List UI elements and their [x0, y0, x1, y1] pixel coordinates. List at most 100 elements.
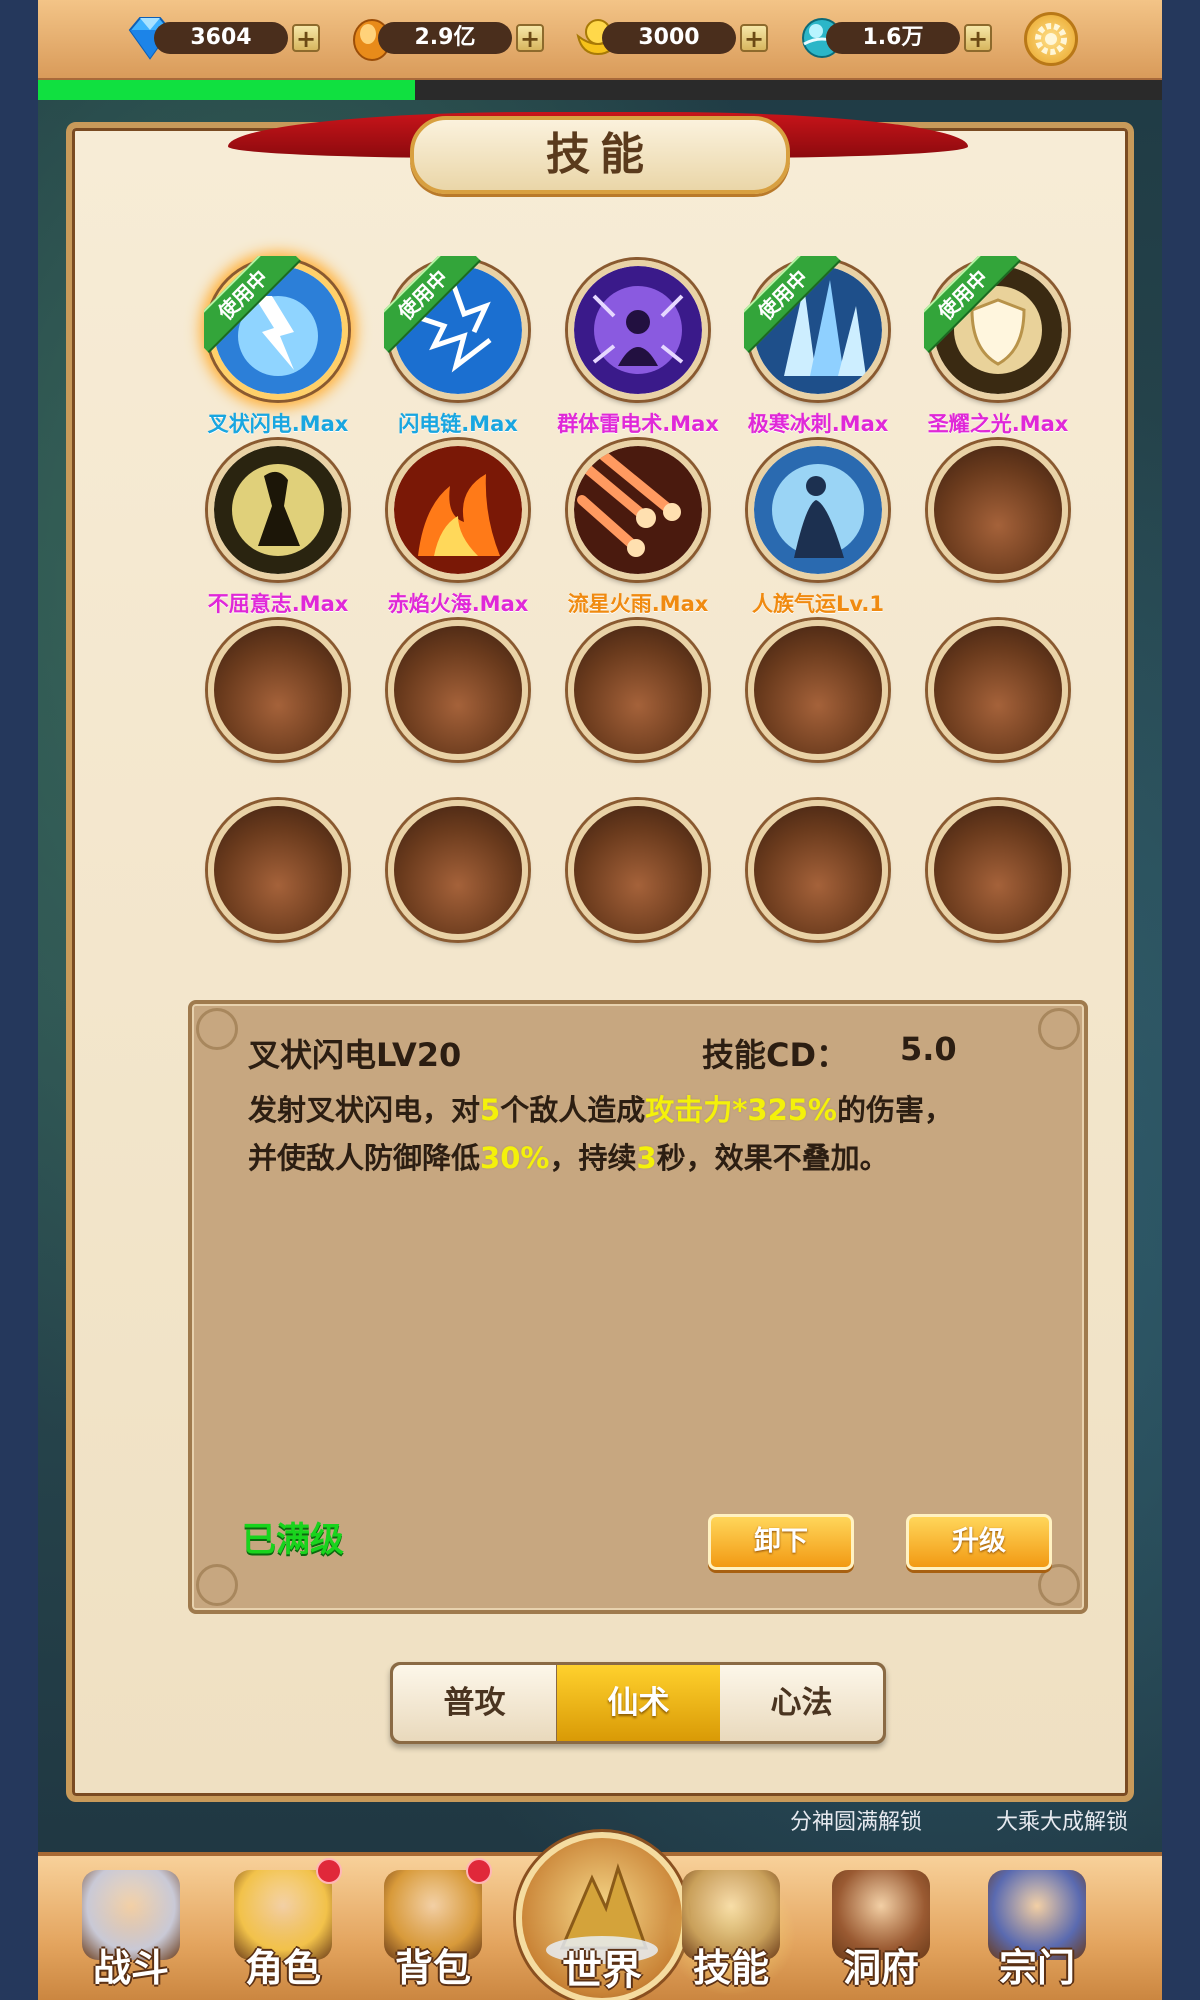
skill-cd-value: 5.0: [900, 1030, 957, 1068]
spirit-value: 1.6万: [826, 22, 960, 54]
unequip-button[interactable]: 卸下: [708, 1514, 854, 1570]
ice-spike-icon: [754, 266, 882, 394]
empty-skill-slot[interactable]: [388, 800, 528, 940]
skill-cd-label: 技能CD：: [702, 1036, 849, 1074]
gold-value: 2.9亿: [378, 22, 512, 54]
holy-shield-icon: [934, 266, 1062, 394]
add-gold-button[interactable]: +: [516, 24, 544, 52]
highlight-value: 攻击力*325%: [645, 1093, 837, 1127]
nav-crossed-swords[interactable]: 战斗: [66, 1870, 196, 1996]
empty-skill-slot[interactable]: [208, 620, 348, 760]
skill-name-label: 群体雷电术.Max: [557, 412, 719, 436]
mass-thunder-icon: [574, 266, 702, 394]
nav-label: 角色: [244, 1946, 321, 1990]
skill-name-label: 圣耀之光.Max: [927, 412, 1069, 436]
tab-basic-attack[interactable]: 普攻: [393, 1665, 556, 1741]
empty-skill-slot[interactable]: [928, 800, 1068, 940]
tab-mind-method[interactable]: 心法: [720, 1665, 883, 1741]
forked-lightning-icon: [214, 266, 342, 394]
corner-ornament: [1038, 1564, 1080, 1606]
skill-slot[interactable]: [748, 260, 888, 400]
skill-name-label: 不屈意志.Max: [207, 592, 349, 616]
skill-detail-title: 叉状闪电LV20: [248, 1036, 462, 1074]
nav-skill-scroll[interactable]: 技能: [666, 1870, 796, 1996]
add-ingot-button[interactable]: +: [740, 24, 768, 52]
max-level-status: 已满级: [242, 1520, 344, 1560]
nav-characters[interactable]: 角色: [218, 1858, 348, 1996]
skill-slot[interactable]: [388, 440, 528, 580]
meteor-rain-icon: [574, 446, 702, 574]
game-stage: 3604 + 2.9亿 + 3000 + 1.6万 + 技能 使用中 叉状闪电.…: [38, 0, 1162, 2000]
skill-description-line: 并使敌人防御降低30%，持续3秒，效果不叠加。: [248, 1134, 1048, 1182]
skill-slot[interactable]: [748, 440, 888, 580]
corner-ornament: [196, 1564, 238, 1606]
skill-slot[interactable]: [928, 260, 1068, 400]
skill-category-tabs: 普攻 仙术 心法: [390, 1662, 886, 1744]
settings-gear-button[interactable]: [1024, 12, 1078, 66]
skill-slot[interactable]: [568, 440, 708, 580]
ingot-counter: 3000 +: [572, 18, 768, 58]
human-fortune-icon: [754, 446, 882, 574]
empty-skill-slot[interactable]: [208, 800, 348, 940]
tab-immortal-arts[interactable]: 仙术: [557, 1665, 720, 1741]
empty-skill-slot[interactable]: [928, 440, 1068, 580]
nav-world[interactable]: 世界: [516, 1832, 688, 2000]
chain-lightning-icon: [394, 266, 522, 394]
highlight-value: 5: [480, 1093, 501, 1127]
unlock-hint: 分神圆满解锁: [790, 1810, 923, 1835]
skill-name-label: 人族气运Lv.1: [752, 592, 884, 616]
skill-slot[interactable]: [208, 440, 348, 580]
nav-bag[interactable]: 背包: [368, 1858, 498, 1996]
description-text: 的伤害，: [836, 1093, 953, 1127]
empty-skill-slot[interactable]: [388, 620, 528, 760]
skill-name-label: 赤焰火海.Max: [387, 592, 529, 616]
nav-label: 背包: [394, 1946, 471, 1990]
empty-skill-slot[interactable]: [748, 800, 888, 940]
description-text: 发射叉状闪电，对: [248, 1093, 481, 1127]
skill-slot[interactable]: [208, 260, 348, 400]
empty-skill-slot[interactable]: [568, 620, 708, 760]
nav-label: 洞府: [842, 1946, 919, 1990]
highlight-value: 3: [636, 1141, 657, 1175]
add-diamond-button[interactable]: +: [292, 24, 320, 52]
description-text: ，持续: [549, 1141, 637, 1175]
corner-ornament: [1038, 1008, 1080, 1050]
add-spirit-button[interactable]: +: [964, 24, 992, 52]
ingot-value: 3000: [602, 22, 736, 54]
skill-name-label: 极寒冰刺.Max: [747, 412, 889, 436]
skill-slot[interactable]: [568, 260, 708, 400]
nav-label: 技能: [692, 1946, 769, 1990]
resource-bar: 3604 + 2.9亿 + 3000 + 1.6万 +: [38, 0, 1162, 81]
skill-name-label: 流星火雨.Max: [567, 592, 709, 616]
fire-sea-icon: [394, 446, 522, 574]
nav-cave-dwelling[interactable]: 洞府: [816, 1870, 946, 1996]
empty-skill-slot[interactable]: [928, 620, 1068, 760]
spirit-counter: 1.6万 +: [796, 18, 992, 58]
skill-detail-box: 叉状闪电LV20 技能CD： 5.0 发射叉状闪电，对5个敌人造成攻击力*325…: [188, 1000, 1088, 1614]
diamond-value: 3604: [154, 22, 288, 54]
nav-label: 世界: [562, 1948, 642, 1994]
skill-name-label: 闪电链.Max: [398, 412, 518, 436]
nav-sect-gate[interactable]: 宗门: [972, 1870, 1102, 1996]
diamond-counter: 3604 +: [124, 17, 320, 60]
highlight-value: 30%: [480, 1141, 550, 1175]
notification-dot: [466, 1858, 492, 1884]
description-text: 并使敌人防御降低: [248, 1141, 481, 1175]
unyielding-will-icon: [214, 446, 342, 574]
experience-bar-fill: [38, 80, 415, 100]
skill-name-label: 叉状闪电.Max: [207, 412, 349, 436]
empty-skill-slot[interactable]: [748, 620, 888, 760]
skill-description-line: 发射叉状闪电，对5个敌人造成攻击力*325%的伤害，: [248, 1086, 1048, 1134]
description-text: 个敌人造成: [500, 1093, 646, 1127]
skill-slot[interactable]: [388, 260, 528, 400]
description-text: 秒，效果不叠加。: [656, 1141, 889, 1175]
upgrade-button[interactable]: 升级: [906, 1514, 1052, 1570]
nav-label: 宗门: [998, 1946, 1075, 1990]
skill-description: 发射叉状闪电，对5个敌人造成攻击力*325%的伤害， 并使敌人防御降低30%，持…: [248, 1086, 1048, 1182]
gold-counter: 2.9亿 +: [348, 18, 544, 61]
notification-dot: [316, 1858, 342, 1884]
nav-label: 战斗: [92, 1946, 169, 1990]
empty-skill-slot[interactable]: [568, 800, 708, 940]
panel-title: 技能: [410, 116, 790, 194]
experience-bar: [38, 80, 1162, 100]
